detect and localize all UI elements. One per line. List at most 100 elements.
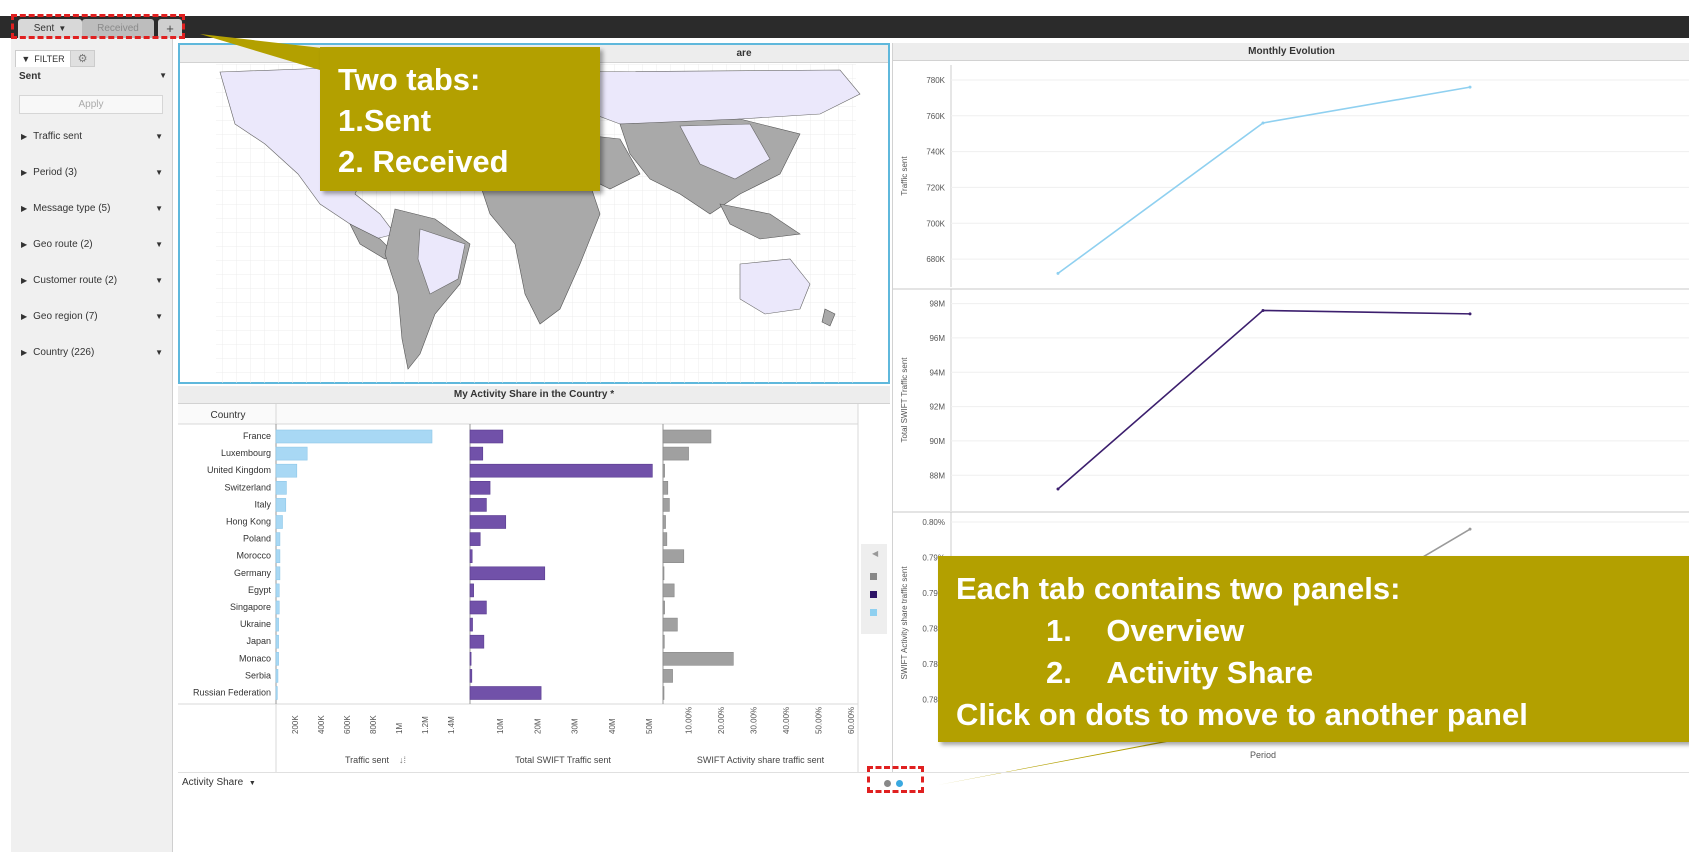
chevron-down-icon[interactable]: ▼: [155, 132, 163, 141]
tick-label: 800K: [369, 715, 378, 734]
series-line: [1057, 86, 1471, 275]
y-axis-label: Traffic sent: [900, 156, 909, 196]
bar: [469, 669, 473, 683]
bar: [469, 652, 472, 666]
tab-filter[interactable]: ▼ FILTER: [15, 50, 71, 67]
bar: [469, 566, 546, 581]
callout-title: Each tab contains two panels:: [956, 571, 1401, 606]
tick-label: 60.00%: [847, 707, 856, 734]
category-label: Italy: [254, 499, 271, 509]
bar: [469, 634, 485, 649]
panel-selector[interactable]: Activity Share ▼: [182, 777, 256, 788]
bar: [469, 481, 491, 495]
category-label: France: [243, 431, 271, 441]
tick-label: 20.00%: [717, 707, 726, 734]
bar: [469, 600, 487, 615]
bar: [275, 634, 279, 649]
chart-header-bg: [178, 404, 858, 424]
bar: [662, 498, 670, 512]
callout-item: 2. Activity Share: [956, 652, 1671, 694]
collapse-left-icon[interactable]: ◀: [872, 549, 879, 558]
tick-label: 1M: [395, 723, 404, 734]
panel-footer: Activity Share ▼: [178, 772, 1689, 792]
category-label: Morocco: [236, 551, 271, 561]
sidebar-item-traffic-sent[interactable]: ▶ Traffic sent ▼: [21, 128, 163, 144]
expand-icon: ▶: [21, 275, 28, 285]
chevron-down-icon[interactable]: ▼: [155, 276, 163, 285]
tick-label: 20M: [533, 718, 542, 734]
chevron-down-icon[interactable]: ▼: [155, 168, 163, 177]
bar: [469, 498, 487, 512]
bar: [662, 481, 669, 495]
tick-label: 1.4M: [447, 716, 456, 734]
bar: [662, 600, 665, 615]
bar: [662, 583, 675, 598]
axis-title: Total SWIFT Traffic sent: [515, 755, 611, 765]
chevron-down-icon[interactable]: ▼: [155, 348, 163, 357]
legend-swatch-traffic[interactable]: [870, 609, 877, 616]
callout-item-number: 1.: [1046, 613, 1072, 648]
category-label: Poland: [243, 534, 271, 544]
chevron-down-icon[interactable]: ▼: [155, 240, 163, 249]
callout-item-number: 2.: [1046, 655, 1072, 690]
tick-label: 200K: [291, 715, 300, 734]
bar: [275, 446, 308, 461]
sidebar-item-label: Geo region (7): [33, 310, 98, 322]
bar: [662, 686, 665, 700]
x-axis-label: Period: [1250, 750, 1276, 760]
sidebar-item-customer-route[interactable]: ▶ Customer route (2) ▼: [21, 272, 163, 288]
category-label: Hong Kong: [226, 517, 271, 527]
scope-select[interactable]: Sent ▼: [19, 71, 167, 87]
y-axis-label: SWIFT Activity share traffic sent: [900, 566, 909, 680]
sidebar-item-label: Period (3): [33, 166, 78, 178]
bar: [662, 566, 665, 581]
chevron-down-icon[interactable]: ▼: [155, 312, 163, 321]
tick-label: 30.00%: [750, 707, 759, 734]
bar: [275, 498, 287, 512]
data-point: [1056, 487, 1060, 491]
bar: [662, 429, 712, 444]
bar: [662, 446, 689, 461]
sidebar-item-geo-route[interactable]: ▶ Geo route (2) ▼: [21, 236, 163, 252]
data-point: [1468, 85, 1472, 89]
bar: [469, 429, 504, 444]
sidebar-item-period[interactable]: ▶ Period (3) ▼: [21, 164, 163, 180]
sort-icon[interactable]: ↓⁞: [399, 755, 406, 765]
chevron-down-icon: ▼: [248, 780, 256, 787]
sidebar-item-label: Customer route (2): [33, 274, 118, 286]
category-label: Switzerland: [224, 482, 271, 492]
y-tick-label: 0.80%: [922, 518, 945, 527]
sidebar-item-geo-region[interactable]: ▶ Geo region (7) ▼: [21, 308, 163, 324]
y-tick-label: 94M: [929, 368, 945, 377]
category-label: Ukraine: [240, 619, 271, 629]
bar: [469, 515, 507, 529]
bar: [469, 583, 474, 598]
sidebar-item-label: Traffic sent: [33, 130, 83, 142]
y-tick-label: 96M: [929, 334, 945, 343]
sidebar-item-label: Geo route (2): [33, 238, 93, 250]
panel-title: Monthly Evolution: [893, 43, 1689, 61]
apply-button[interactable]: Apply: [19, 95, 163, 114]
sidebar-item-country[interactable]: ▶ Country (226) ▼: [21, 344, 163, 360]
expand-icon: ▶: [21, 347, 28, 357]
bar: [275, 669, 279, 683]
bar: [662, 652, 734, 666]
bar: [275, 532, 281, 546]
y-tick-label: 92M: [929, 403, 945, 412]
axis-title: SWIFT Activity share traffic sent: [697, 755, 825, 765]
tab-settings[interactable]: ⚙: [71, 50, 95, 67]
expand-icon: ▶: [21, 131, 28, 141]
dots-highlight: [867, 766, 924, 793]
sidebar-item-message-type[interactable]: ▶ Message type (5) ▼: [21, 200, 163, 216]
legend-swatch-share[interactable]: [870, 573, 877, 580]
tabs-callout: Two tabs: 1.Sent 2. Received: [320, 47, 600, 191]
bar: [275, 583, 280, 598]
tick-label: 40.00%: [782, 707, 791, 734]
activity-share-chart[interactable]: Country France Luxembourg United Kingdom Sw…: [178, 404, 890, 772]
legend-swatch-total[interactable]: [870, 591, 877, 598]
y-tick-label: 90M: [929, 437, 945, 446]
category-label: Singapore: [230, 602, 271, 612]
chevron-down-icon[interactable]: ▼: [155, 204, 163, 213]
sidebar-item-label: Message type (5): [33, 202, 111, 214]
bar: [662, 549, 685, 563]
